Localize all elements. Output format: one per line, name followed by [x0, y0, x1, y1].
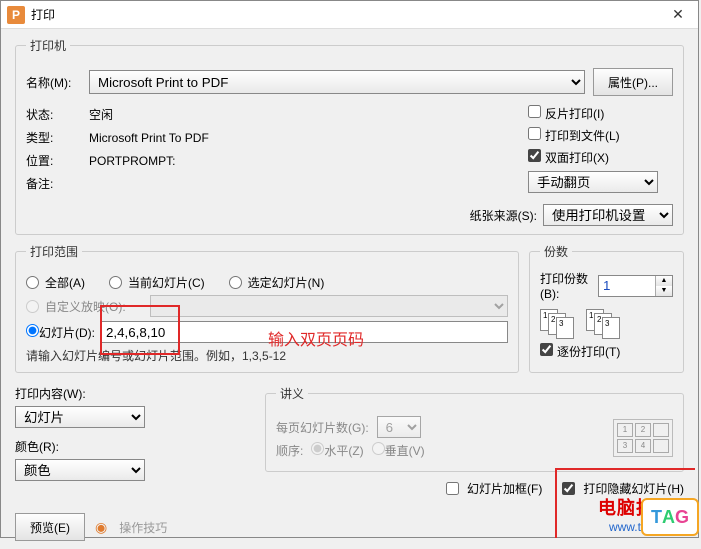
radio-horizontal: 水平(Z)	[311, 442, 363, 459]
copies-spinner[interactable]: ▲▼	[598, 275, 673, 297]
tips-link[interactable]: 操作技巧	[119, 519, 167, 536]
spin-down[interactable]: ▼	[656, 286, 672, 296]
printer-name-select[interactable]: Microsoft Print to PDF	[89, 70, 585, 94]
comment-label: 备注:	[26, 175, 81, 192]
copies-group: 份数 打印份数(B): ▲▼ 123 123 逐份打印(T)	[529, 243, 684, 373]
radio-slides[interactable]: 幻灯片(D):	[26, 324, 95, 341]
handout-thumb: 1234	[613, 419, 673, 457]
slides-input[interactable]	[101, 321, 508, 343]
status-value: 空闲	[89, 106, 113, 123]
color-label: 颜色(R):	[15, 438, 255, 455]
status-label: 状态:	[26, 106, 81, 123]
range-hint: 请输入幻灯片编号或幻灯片范围。例如，1,3,5-12	[26, 347, 508, 364]
color-select[interactable]: 颜色	[15, 459, 145, 481]
type-value: Microsoft Print To PDF	[89, 131, 209, 145]
radio-selected[interactable]: 选定幻灯片(N)	[229, 274, 325, 291]
printer-legend: 打印机	[26, 37, 70, 54]
where-value: PORTPROMPT:	[89, 154, 175, 168]
radio-vertical: 垂直(V)	[372, 442, 425, 459]
where-label: 位置:	[26, 152, 81, 169]
order-label: 顺序:	[276, 442, 303, 459]
dialog-title: 打印	[31, 6, 658, 23]
radio-custom: 自定义放映(O):	[26, 298, 126, 315]
reverse-checkbox[interactable]: 反片打印(I)	[528, 105, 604, 122]
collate-preview: 123 123	[540, 309, 673, 339]
handout-legend: 讲义	[276, 385, 308, 402]
properties-button[interactable]: 属性(P)...	[593, 68, 673, 96]
frame-checkbox[interactable]: 幻灯片加框(F)	[446, 480, 542, 497]
type-label: 类型:	[26, 129, 81, 146]
range-group: 打印范围 全部(A) 当前幻灯片(C) 选定幻灯片(N) 自定义放映(O): 幻…	[15, 243, 519, 373]
close-button[interactable]: ✕	[658, 1, 698, 29]
duplex-checkbox[interactable]: 双面打印(X)	[528, 149, 609, 166]
spin-up[interactable]: ▲	[656, 276, 672, 286]
collate-checkbox[interactable]: 逐份打印(T)	[540, 345, 620, 359]
print-what-label: 打印内容(W):	[15, 385, 255, 402]
copies-legend: 份数	[540, 243, 572, 260]
radio-current[interactable]: 当前幻灯片(C)	[109, 274, 205, 291]
copies-input[interactable]	[599, 276, 655, 296]
radio-all[interactable]: 全部(A)	[26, 274, 85, 291]
custom-show-select	[150, 295, 508, 317]
handout-group: 讲义 每页幻灯片数(G): 6 顺序: 水平(Z) 垂直(V)	[265, 385, 684, 472]
paper-source-label: 纸张来源(S):	[470, 207, 537, 224]
tag-logo: TAG	[641, 498, 699, 536]
perpage-label: 每页幻灯片数(G):	[276, 419, 369, 436]
app-icon: P	[7, 6, 25, 24]
printer-name-label: 名称(M):	[26, 74, 81, 91]
flip-select[interactable]: 手动翻页	[528, 171, 658, 193]
tips-icon: ◉	[95, 519, 107, 536]
range-legend: 打印范围	[26, 243, 82, 260]
perpage-select: 6	[377, 416, 421, 438]
copies-label: 打印份数(B):	[540, 270, 592, 301]
preview-button[interactable]: 预览(E)	[15, 513, 85, 541]
hidden-checkbox[interactable]: 打印隐藏幻灯片(H)	[562, 480, 684, 497]
print-what-select[interactable]: 幻灯片	[15, 406, 145, 428]
printer-group: 打印机 名称(M): Microsoft Print to PDF 属性(P).…	[15, 37, 684, 235]
tofile-checkbox[interactable]: 打印到文件(L)	[528, 127, 620, 144]
paper-source-select[interactable]: 使用打印机设置	[543, 204, 673, 226]
